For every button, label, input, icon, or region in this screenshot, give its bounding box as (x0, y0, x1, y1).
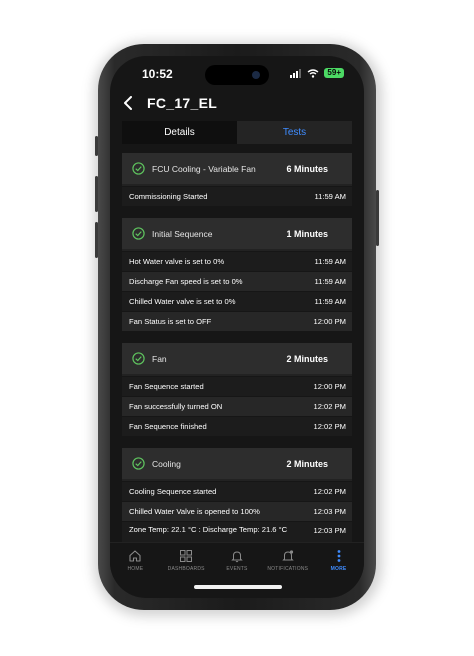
tab-bar: Details Tests (122, 121, 352, 144)
log-message: Commissioning Started (129, 192, 208, 201)
nav-dashboards[interactable]: DASHBOARDS (161, 549, 211, 572)
page-title: FC_17_EL (147, 95, 218, 111)
tab-details[interactable]: Details (122, 121, 237, 144)
section-title: FCU Cooling - Variable Fan (152, 163, 256, 174)
log-section: Initial Sequence 1 Minutes Hot Water val… (122, 218, 352, 331)
log-time: 12:00 PM (313, 382, 346, 391)
wifi-icon (307, 68, 319, 78)
section-title: Fan (152, 353, 167, 364)
check-circle-icon (132, 352, 145, 365)
log-row: Chilled Water valve is set to 0% 11:59 A… (122, 292, 352, 311)
section-duration: 1 Minutes (286, 228, 328, 239)
home-icon (129, 550, 141, 562)
log-message: Fan successfully turned ON (129, 402, 223, 411)
nav-notifications[interactable]: NOTIFICATIONS (263, 549, 313, 572)
log-message: Chilled Water Valve is opened to 100% (129, 507, 260, 516)
check-circle-icon (132, 162, 145, 175)
log-message: Fan Sequence started (129, 382, 204, 391)
section-title: Initial Sequence (152, 228, 213, 239)
nav-label: EVENTS (226, 566, 248, 572)
log-time: 12:03 PM (313, 507, 346, 516)
section-duration: 2 Minutes (286, 458, 328, 469)
header: FC_17_EL (118, 92, 217, 114)
log-row: Chilled Water Valve is opened to 100% 12… (122, 502, 352, 521)
dashboards-icon (180, 550, 193, 562)
app-screen: 10:52 59+ FC_17_EL Details Tests FCU Coo… (110, 56, 364, 598)
section-header: Initial Sequence 1 Minutes (122, 218, 352, 251)
commissioning-log[interactable]: FCU Cooling - Variable Fan 6 Minutes Com… (122, 153, 352, 542)
log-time: 12:00 PM (313, 317, 346, 326)
log-section: FCU Cooling - Variable Fan 6 Minutes Com… (122, 153, 352, 206)
log-time: 11:59 AM (314, 297, 346, 306)
log-row: Hot Water valve is set to 0% 11:59 AM (122, 252, 352, 271)
log-time: 11:59 AM (314, 192, 346, 201)
tab-tests[interactable]: Tests (237, 121, 352, 144)
notification-bell-icon (282, 550, 294, 561)
nav-more[interactable]: MORE (314, 549, 364, 572)
nav-label: NOTIFICATIONS (267, 566, 309, 572)
section-header: FCU Cooling - Variable Fan 6 Minutes (122, 153, 352, 186)
log-row: Discharge Fan speed is set to 0% 11:59 A… (122, 272, 352, 291)
status-time: 10:52 (142, 67, 173, 81)
log-message: Discharge Fan speed is set to 0% (129, 277, 243, 286)
log-row: Fan Sequence finished 12:02 PM (122, 417, 352, 436)
log-message: Hot Water valve is set to 0% (129, 257, 225, 266)
log-time: 12:03 PM (313, 526, 346, 535)
log-row: Fan successfully turned ON 12:02 PM (122, 397, 352, 416)
signal-icon (290, 68, 302, 78)
log-message: Zone Temp: 22.1 °C : Discharge Temp: 21.… (129, 525, 288, 534)
section-header: Cooling 2 Minutes (122, 448, 352, 481)
section-header: Fan 2 Minutes (122, 343, 352, 376)
log-row: Cooling Sequence started 12:02 PM (122, 482, 352, 501)
nav-label: DASHBOARDS (167, 566, 205, 572)
log-row: Fan Status is set to OFF 12:00 PM (122, 312, 352, 331)
log-section: Fan 2 Minutes Fan Sequence started 12:00… (122, 343, 352, 436)
log-message: Fan Status is set to OFF (129, 317, 212, 326)
power-button (376, 190, 379, 246)
log-time: 12:02 PM (313, 422, 346, 431)
log-message: Cooling Sequence started (129, 487, 217, 496)
log-message: Fan Sequence finished (129, 422, 207, 431)
bell-icon (231, 551, 243, 563)
log-time: 11:59 AM (314, 277, 346, 286)
status-icons: 59+ (290, 68, 344, 78)
volume-down-button (95, 222, 98, 258)
check-circle-icon (132, 227, 145, 240)
dynamic-island (205, 65, 269, 85)
nav-home[interactable]: HOME (110, 549, 160, 572)
back-arrow-icon[interactable] (118, 93, 138, 113)
log-section: Cooling 2 Minutes Cooling Sequence start… (122, 448, 352, 542)
log-row: Fan Sequence started 12:00 PM (122, 377, 352, 396)
battery-indicator: 59+ (324, 68, 344, 78)
log-row: Commissioning Started 11:59 AM (122, 187, 352, 206)
nav-events[interactable]: EVENTS (212, 549, 262, 572)
nav-label: HOME (127, 566, 144, 572)
check-circle-icon (132, 457, 145, 470)
section-duration: 2 Minutes (286, 353, 328, 364)
nav-label: MORE (330, 566, 347, 572)
log-time: 11:59 AM (314, 257, 346, 266)
volume-up-button (95, 176, 98, 212)
bottom-nav: HOME DASHBOARDS EVENTS NOTIFICATIONS MOR… (110, 542, 364, 578)
more-vertical-icon (337, 550, 340, 562)
log-time: 12:02 PM (313, 487, 346, 496)
home-indicator[interactable] (194, 585, 282, 589)
log-time: 12:02 PM (313, 402, 346, 411)
log-row: Zone Temp: 22.1 °C : Discharge Temp: 21.… (122, 522, 352, 542)
section-duration: 6 Minutes (286, 163, 328, 174)
silent-switch (95, 136, 98, 156)
section-title: Cooling (152, 458, 181, 469)
log-message: Chilled Water valve is set to 0% (129, 297, 236, 306)
